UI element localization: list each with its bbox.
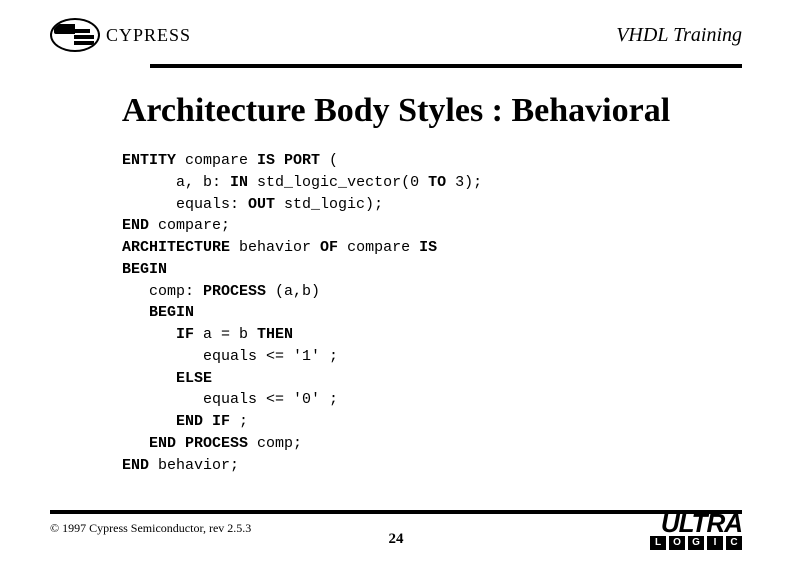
header-title: VHDL Training — [616, 24, 742, 47]
footer-rule — [50, 510, 742, 514]
ultra-sub: L O G I C — [650, 536, 742, 550]
tok: compare — [176, 152, 257, 169]
kw: BEGIN — [122, 261, 167, 278]
tok: equals <= '1' ; — [122, 348, 338, 365]
kw: END — [122, 217, 149, 234]
ultra-letter: C — [726, 536, 742, 550]
tok: comp: — [122, 283, 203, 300]
ultra-word: ULTRA — [650, 513, 742, 534]
tok: ( — [320, 152, 338, 169]
kw: END — [122, 457, 149, 474]
ultra-letter: G — [688, 536, 704, 550]
kw: IN — [230, 174, 248, 191]
ultra-letter: O — [669, 536, 685, 550]
tok: behavior; — [149, 457, 239, 474]
tok: compare — [338, 239, 419, 256]
tok: 3); — [446, 174, 482, 191]
ultra-letter: L — [650, 536, 666, 550]
kw: BEGIN — [122, 304, 194, 321]
tok: a = b — [194, 326, 257, 343]
kw: OUT — [248, 196, 275, 213]
kw: IS PORT — [257, 152, 320, 169]
kw: THEN — [257, 326, 293, 343]
header: CYPRESS VHDL Training — [50, 18, 742, 58]
tok: equals <= '0' ; — [122, 391, 338, 408]
tok: std_logic_vector(0 — [248, 174, 428, 191]
tok: behavior — [230, 239, 320, 256]
kw: IS — [419, 239, 437, 256]
slide-title: Architecture Body Styles : Behavioral — [0, 92, 792, 130]
tok: ; — [230, 413, 248, 430]
tok: compare; — [149, 217, 230, 234]
kw: OF — [320, 239, 338, 256]
tok: comp; — [248, 435, 302, 452]
kw: TO — [428, 174, 446, 191]
brand-logo: CYPRESS — [50, 18, 191, 52]
ultralogic-logo: ULTRA L O G I C — [650, 513, 742, 550]
header-rule — [150, 64, 742, 68]
kw: END IF — [122, 413, 230, 430]
tok: std_logic); — [275, 196, 383, 213]
kw: ELSE — [122, 370, 212, 387]
tok: equals: — [122, 196, 248, 213]
tok: a, b: — [122, 174, 230, 191]
ultra-letter: I — [707, 536, 723, 550]
kw: ARCHITECTURE — [122, 239, 230, 256]
cypress-logo-icon — [50, 18, 100, 52]
brand-name: CYPRESS — [106, 25, 191, 46]
kw: ENTITY — [122, 152, 176, 169]
kw: IF — [122, 326, 194, 343]
code-block: ENTITY compare IS PORT ( a, b: IN std_lo… — [122, 150, 482, 476]
kw: PROCESS — [203, 283, 266, 300]
kw: END PROCESS — [122, 435, 248, 452]
tok: (a,b) — [266, 283, 320, 300]
